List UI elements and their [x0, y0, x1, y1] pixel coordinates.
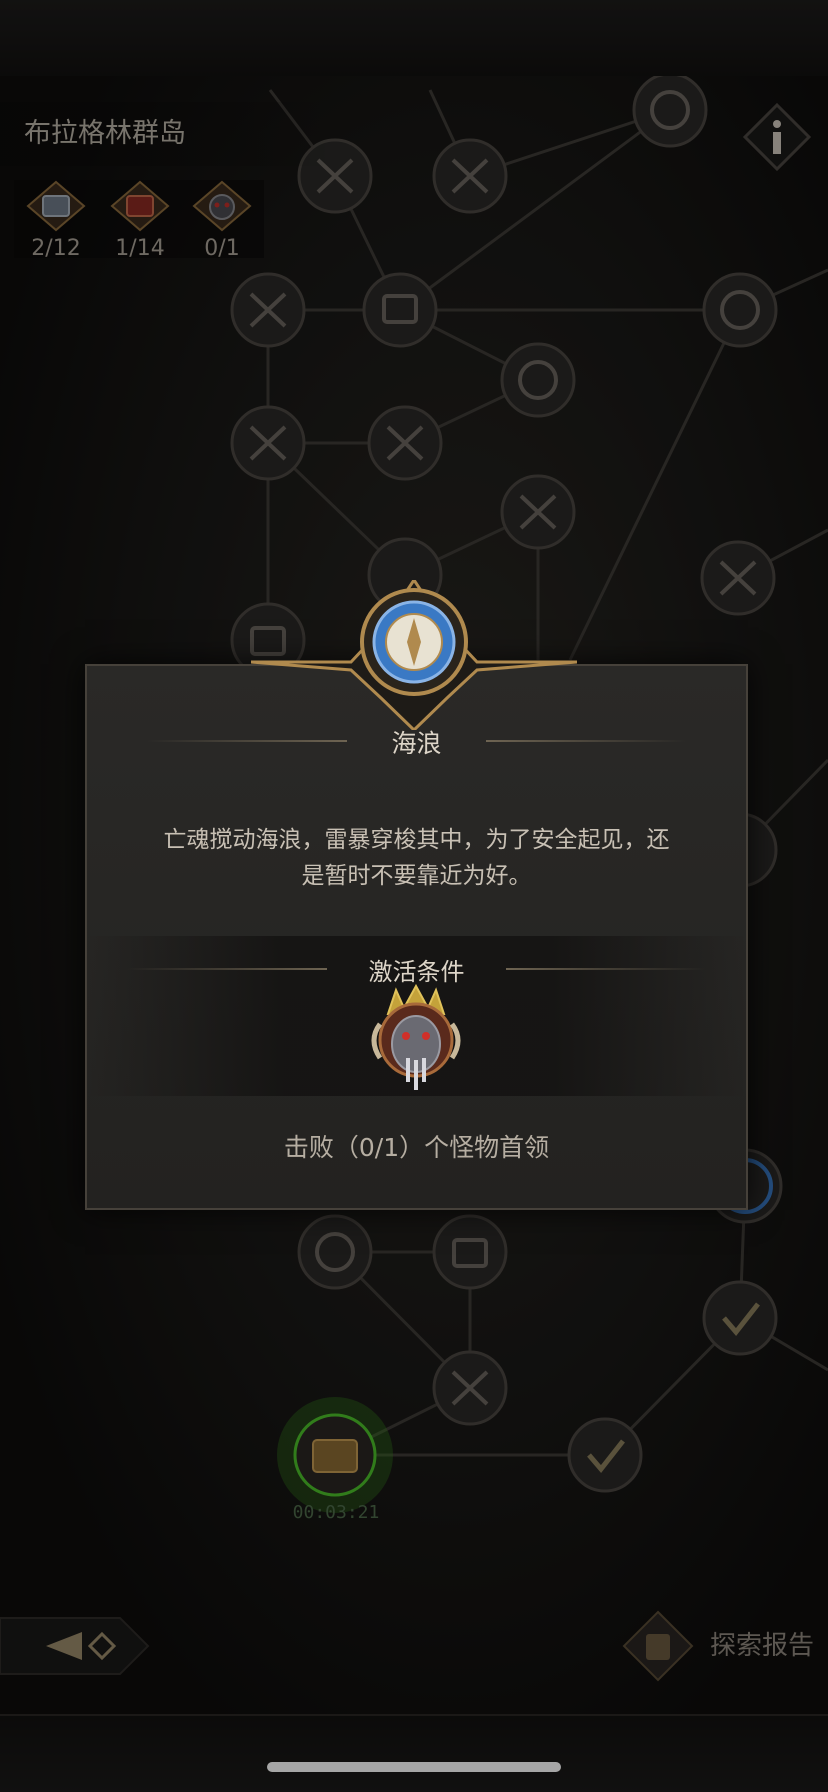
- region-info-dialog: 海浪 亡魂搅动海浪，雷暴穿梭其中，为了安全起见，还是暂时不要靠近为好。 激活条件…: [85, 664, 748, 1210]
- condition-text: 击败（0/1）个怪物首领: [283, 1133, 550, 1162]
- compass-emblem: [251, 580, 577, 730]
- condition-title: 激活条件: [368, 958, 465, 986]
- dialog-description: 亡魂搅动海浪，雷暴穿梭其中，为了安全起见，还是暂时不要靠近为好。: [163, 827, 670, 889]
- demon-boss-icon: [371, 984, 461, 1090]
